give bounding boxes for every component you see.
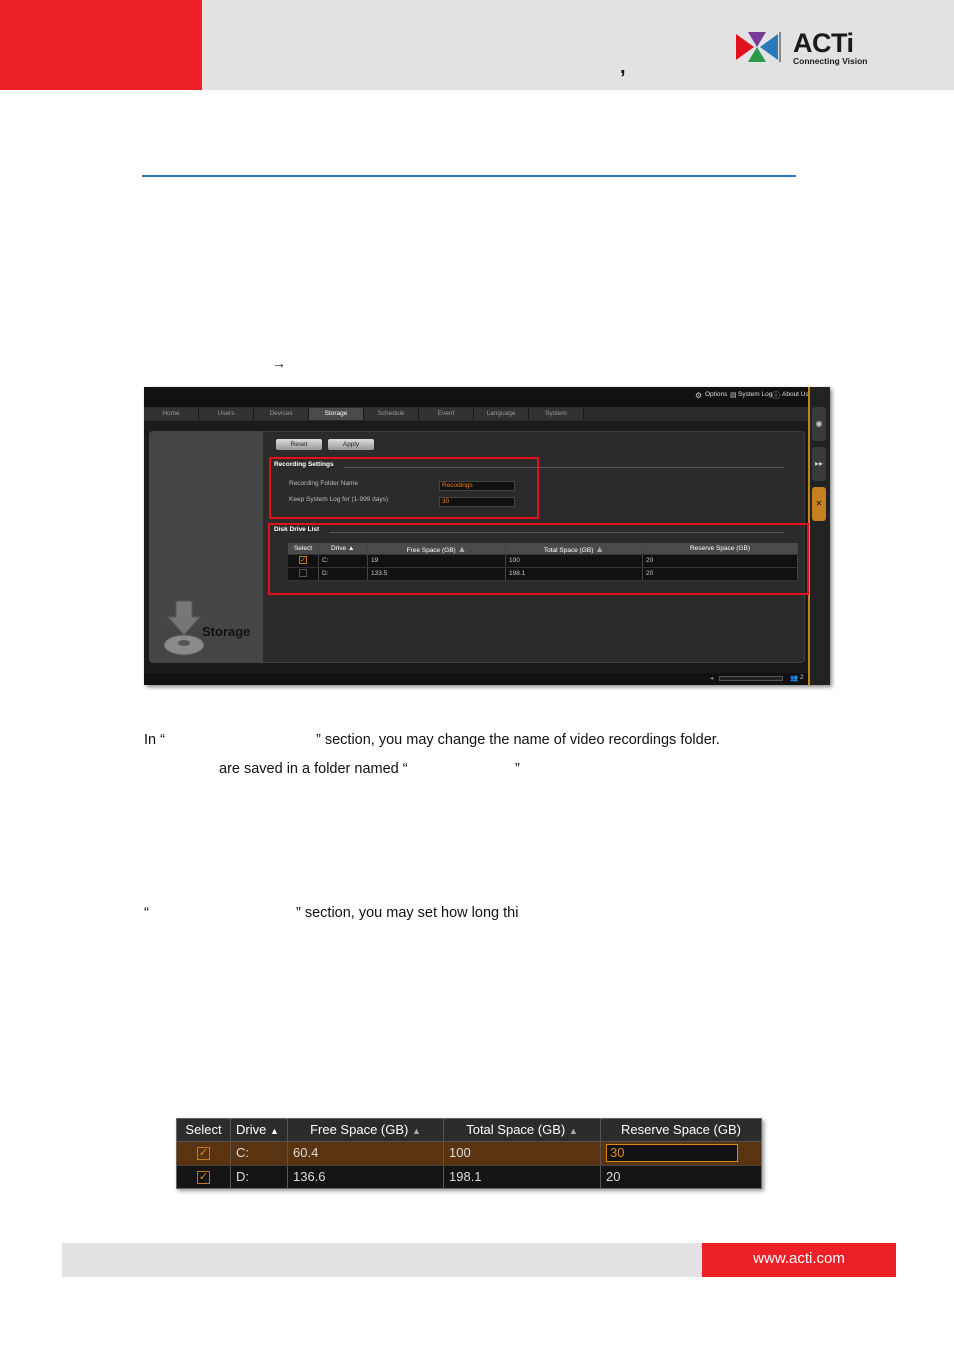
- para2-end: ” section, you may set how long thi: [296, 905, 519, 921]
- tab-schedule[interactable]: Schedule: [364, 408, 419, 420]
- select-checkbox[interactable]: ✓: [177, 1142, 231, 1165]
- arrow-right-icon: →: [272, 355, 286, 371]
- table-row[interactable]: ✓ D: 136.6 198.1 20: [177, 1165, 761, 1188]
- para1-line2-end: ”: [515, 761, 520, 777]
- drive-table: Select Drive ▲ Free Space (GB) ▲ Total S…: [177, 1119, 761, 1188]
- section-rule: [142, 175, 796, 177]
- cell-total: 100: [444, 1142, 601, 1165]
- cell-reserve[interactable]: 30: [601, 1142, 761, 1165]
- recording-settings-highlight: [269, 457, 539, 519]
- cell-free: 136.6: [288, 1166, 444, 1188]
- sort-icon: ▲: [568, 1126, 578, 1136]
- menu-system-log[interactable]: System Log: [738, 391, 772, 398]
- user-count: 2: [800, 674, 804, 681]
- sort-asc-icon: ▲: [269, 1126, 279, 1136]
- logo-tagline: Connecting Vision: [793, 56, 868, 66]
- sort-icon: ▲: [411, 1126, 421, 1136]
- cell-free: 60.4: [288, 1142, 444, 1165]
- storage-panel-label: Storage: [202, 624, 251, 639]
- reset-button[interactable]: Reset: [276, 439, 322, 450]
- users-icon: 👥: [790, 675, 799, 682]
- para1-line1-start: In “: [144, 732, 165, 748]
- tab-language[interactable]: Language: [474, 408, 529, 420]
- logo-text: ACTi: [793, 28, 854, 58]
- page-footer: [62, 1243, 702, 1277]
- storage-screenshot: ⚙ Options ▤ System Log ⓘ About Us Home U…: [144, 387, 830, 685]
- menu-about-us[interactable]: About Us: [782, 391, 809, 398]
- drive-table-screenshot: Select Drive ▲ Free Space (GB) ▲ Total S…: [176, 1118, 762, 1189]
- disk-drive-list-highlight: [268, 523, 809, 595]
- tab-home[interactable]: Home: [144, 408, 199, 420]
- acti-logo-icon: [736, 32, 781, 62]
- col-free-space[interactable]: Free Space (GB) ▲: [288, 1119, 444, 1141]
- col-select[interactable]: Select: [177, 1119, 231, 1141]
- footer-url[interactable]: www.acti.com: [702, 1250, 896, 1267]
- col-reserve-space[interactable]: Reserve Space (GB): [601, 1119, 761, 1141]
- col-drive-label: Drive: [236, 1122, 267, 1137]
- para1-line2-start: are saved in a folder named “: [219, 761, 408, 777]
- live-view-eye-icon[interactable]: ◉: [812, 407, 826, 441]
- apply-button[interactable]: Apply: [328, 439, 374, 450]
- tab-event[interactable]: Event: [419, 408, 474, 420]
- cell-drive: C:: [231, 1142, 288, 1165]
- col-drive[interactable]: Drive ▲: [231, 1119, 288, 1141]
- about-info-icon[interactable]: ⓘ: [772, 390, 780, 401]
- table-header: Select Drive ▲ Free Space (GB) ▲ Total S…: [177, 1119, 761, 1142]
- status-bar: [144, 673, 808, 685]
- table-row-selected[interactable]: ✓ C: 60.4 100 30: [177, 1142, 761, 1165]
- col-free-label: Free Space (GB): [310, 1122, 409, 1137]
- playback-forward-icon[interactable]: ▸▸: [812, 447, 826, 481]
- para1-line1-end: ” section, you may change the name of vi…: [316, 732, 720, 748]
- col-total-label: Total Space (GB): [466, 1122, 566, 1137]
- tab-users[interactable]: Users: [199, 408, 254, 420]
- options-gear-icon[interactable]: ⚙: [695, 391, 702, 400]
- checkbox-checked-icon[interactable]: ✓: [197, 1147, 210, 1161]
- select-checkbox[interactable]: ✓: [177, 1166, 231, 1188]
- menu-options[interactable]: Options: [705, 391, 727, 398]
- col-total-space[interactable]: Total Space (GB) ▲: [444, 1119, 601, 1141]
- cell-total: 198.1: [444, 1166, 601, 1188]
- reserve-space-input[interactable]: 30: [606, 1144, 738, 1162]
- volume-slider[interactable]: [719, 676, 783, 681]
- para2-start: “: [144, 905, 149, 921]
- cell-reserve[interactable]: 20: [601, 1166, 761, 1188]
- header-comma: ,: [620, 56, 626, 78]
- volume-icon[interactable]: ◂: [710, 674, 713, 682]
- checkbox-checked-icon[interactable]: ✓: [197, 1171, 210, 1185]
- tab-devices[interactable]: Devices: [254, 408, 309, 420]
- header-red-block: [0, 0, 202, 90]
- system-log-icon[interactable]: ▤: [730, 391, 737, 399]
- tab-storage[interactable]: Storage: [309, 408, 364, 420]
- tab-system[interactable]: System: [529, 408, 584, 420]
- storage-disk-icon: [163, 600, 205, 656]
- cell-drive: D:: [231, 1166, 288, 1188]
- setup-tools-icon[interactable]: ✕: [812, 487, 826, 521]
